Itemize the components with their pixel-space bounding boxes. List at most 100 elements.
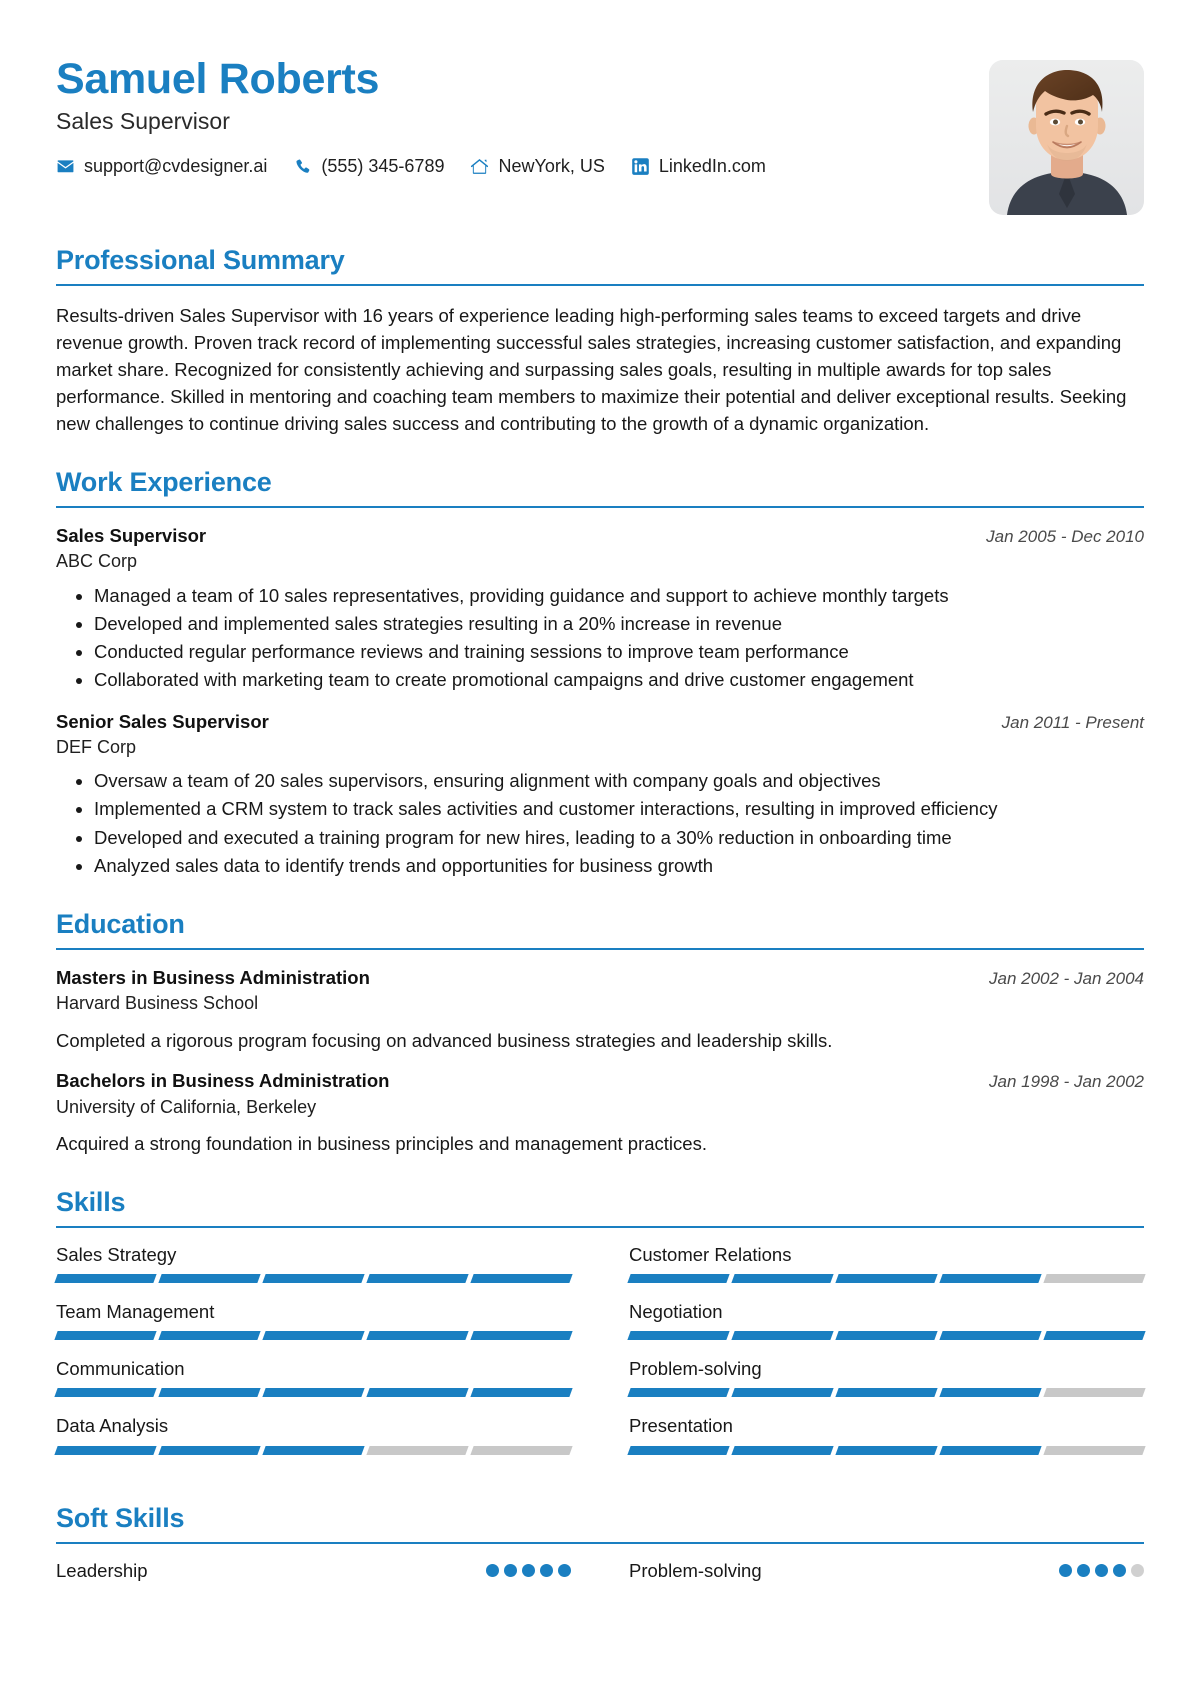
skill-name: Presentation <box>629 1415 733 1437</box>
candidate-name: Samuel Roberts <box>56 55 380 103</box>
list-item: Developed and executed a training progra… <box>94 825 1144 851</box>
education-degree: Bachelors in Business Administration <box>56 1070 390 1092</box>
skill-bar-segment <box>262 1331 365 1341</box>
skill-name: Customer Relations <box>629 1243 792 1265</box>
skill-item: Customer Relations <box>627 1243 1146 1301</box>
skill-bar-segment <box>627 1445 730 1455</box>
skill-bar-segment <box>262 1388 365 1398</box>
experience-entry-head: Senior Sales Supervisor Jan 2011 - Prese… <box>56 710 1144 734</box>
skill-item: Negotiation <box>627 1301 1146 1358</box>
rating-dot <box>1059 1564 1072 1578</box>
section-professional-summary: Professional Summary Results-driven Sale… <box>56 245 1144 437</box>
contact-email[interactable]: support@cvdesigner.ai <box>56 156 267 177</box>
soft-skills-grid: Leadership Problem-solving <box>56 1560 1144 1582</box>
skill-name: Negotiation <box>629 1301 723 1323</box>
skill-bar-segment <box>939 1274 1042 1284</box>
skill-bar-segment <box>54 1274 157 1284</box>
skill-bar-segment <box>262 1274 365 1284</box>
skill-bar-segment <box>731 1445 834 1455</box>
rating-dot <box>540 1564 553 1578</box>
experience-company: ABC Corp <box>56 551 138 572</box>
skill-bar-segment <box>835 1331 938 1341</box>
experience-entry: Senior Sales Supervisor Jan 2011 - Prese… <box>56 710 1144 880</box>
section-title-soft-skills: Soft Skills <box>56 1502 185 1533</box>
soft-skill-item: Leadership <box>56 1560 571 1582</box>
skill-bar-segment <box>939 1388 1042 1398</box>
rating-dot <box>1077 1564 1090 1578</box>
skill-bar-segment <box>835 1274 938 1284</box>
section-divider <box>56 284 1144 287</box>
education-entry-head: Bachelors in Business Administration Jan… <box>56 1069 1144 1093</box>
education-description: Acquired a strong foundation in business… <box>56 1132 707 1154</box>
experience-bullets: Managed a team of 10 sales representativ… <box>56 583 1144 694</box>
phone-icon <box>293 157 312 176</box>
skill-item: Data Analysis <box>54 1415 573 1472</box>
skill-bar-segment <box>731 1388 834 1398</box>
education-degree: Masters in Business Administration <box>56 967 370 989</box>
skill-level-bar <box>54 1445 573 1455</box>
skill-item: Sales Strategy <box>54 1244 573 1301</box>
education-date: Jan 1998 - Jan 2002 <box>988 1072 1144 1092</box>
skill-bar-segment <box>627 1388 730 1398</box>
list-item: Oversaw a team of 20 sales supervisors, … <box>94 768 1144 794</box>
skill-bar-segment <box>1043 1445 1146 1455</box>
contact-location-text: NewYork, US <box>498 156 605 177</box>
education-school: University of California, Berkeley <box>56 1096 317 1117</box>
soft-skill-name: Problem-solving <box>629 1559 762 1581</box>
skill-bar-segment <box>158 1388 261 1398</box>
list-item: Analyzed sales data to identify trends a… <box>94 853 1144 879</box>
section-divider <box>56 1225 1144 1228</box>
header-identity-block: Samuel Roberts Sales Supervisor support@… <box>56 52 766 177</box>
skill-bar-segment <box>470 1331 573 1341</box>
skill-item: Communication <box>54 1358 573 1415</box>
soft-skill-item: Problem-solving <box>629 1560 1144 1582</box>
contact-linkedin-text: LinkedIn.com <box>658 156 766 177</box>
rating-dot <box>522 1564 535 1578</box>
experience-role: Senior Sales Supervisor <box>56 710 269 732</box>
skill-name: Problem-solving <box>629 1358 762 1380</box>
education-entry: Bachelors in Business Administration Jan… <box>56 1069 1144 1156</box>
contact-row: support@cvdesigner.ai (555) 345-6789 New… <box>56 156 766 177</box>
skill-name: Data Analysis <box>56 1415 169 1437</box>
skill-bar-segment <box>835 1388 938 1398</box>
section-divider <box>56 1541 1144 1544</box>
skill-bar-segment <box>366 1331 469 1341</box>
skill-bar-segment <box>627 1331 730 1341</box>
experience-date: Jan 2011 - Present <box>1001 712 1144 732</box>
skill-level-bar <box>54 1388 573 1398</box>
skill-bar-segment <box>366 1274 469 1284</box>
skill-bar-segment <box>939 1445 1042 1455</box>
list-item: Implemented a CRM system to track sales … <box>94 796 1144 822</box>
home-icon <box>470 157 489 176</box>
contact-location[interactable]: NewYork, US <box>470 156 605 177</box>
skill-item: Team Management <box>54 1301 573 1358</box>
skill-bar-segment <box>262 1445 365 1455</box>
skill-bar-segment <box>54 1331 157 1341</box>
skill-level-bar <box>627 1331 1146 1341</box>
contact-linkedin[interactable]: LinkedIn.com <box>631 156 766 177</box>
section-divider <box>56 948 1144 951</box>
resume-page: Samuel Roberts Sales Supervisor support@… <box>0 0 1200 1684</box>
skill-level-bar <box>627 1388 1146 1398</box>
experience-date: Jan 2005 - Dec 2010 <box>986 527 1144 547</box>
rating-dot <box>504 1564 517 1578</box>
rating-dot <box>558 1564 571 1578</box>
list-item: Developed and implemented sales strategi… <box>94 611 1144 637</box>
candidate-job-title: Sales Supervisor <box>56 108 230 135</box>
skill-bar-segment <box>158 1445 261 1455</box>
experience-bullets: Oversaw a team of 20 sales supervisors, … <box>56 768 1144 879</box>
section-work-experience: Work Experience Sales Supervisor Jan 200… <box>56 467 1144 879</box>
education-description: Completed a rigorous program focusing on… <box>56 1029 833 1051</box>
contact-phone-text: (555) 345-6789 <box>321 156 445 177</box>
skill-name: Team Management <box>56 1301 215 1323</box>
skill-bar-segment <box>470 1274 573 1284</box>
experience-role: Sales Supervisor <box>56 525 207 547</box>
soft-skill-rating <box>1059 1564 1144 1578</box>
rating-dot <box>1095 1564 1108 1578</box>
rating-dot <box>1113 1564 1126 1578</box>
contact-phone[interactable]: (555) 345-6789 <box>293 156 444 177</box>
skill-bar-segment <box>158 1274 261 1284</box>
section-soft-skills: Soft Skills Leadership Problem-solving <box>56 1503 1144 1582</box>
skills-grid: Sales Strategy Customer Relations Team Man… <box>54 1243 1146 1473</box>
skill-bar-segment <box>835 1445 938 1455</box>
